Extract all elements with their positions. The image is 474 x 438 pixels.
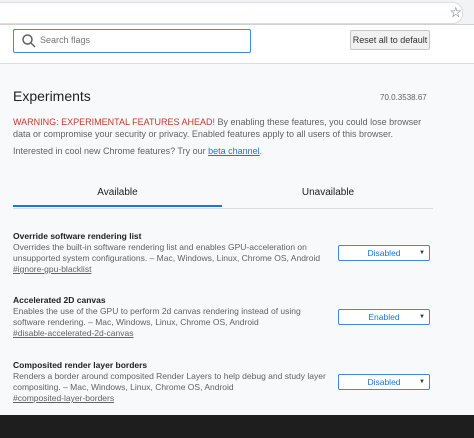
flag-description: Renders a border around composited Rende… [13,371,326,392]
flag-description: Enables the use of the GPU to perform 2d… [13,306,301,327]
flag-item: Accelerated 2D canvas Enables the use of… [13,295,433,339]
flag-select-value: Disabled [367,377,401,387]
search-box[interactable] [13,29,251,53]
page-title: Experiments [13,88,91,104]
chevron-down-icon: ▼ [419,379,425,385]
search-input[interactable] [40,32,240,48]
reset-all-button[interactable]: Reset all to default [350,30,430,50]
flag-link[interactable]: #composited-layer-borders [13,393,433,404]
address-bar[interactable] [0,2,463,24]
flag-select[interactable]: Disabled ▼ [338,245,430,261]
flag-select-value: Disabled [367,248,401,258]
flag-item: Override software rendering list Overrid… [13,231,433,275]
flag-description: Overrides the built-in software renderin… [13,242,321,263]
flag-name: Composited render layer borders [13,360,148,370]
warning-text: WARNING: EXPERIMENTAL FEATURES AHEAD! By… [13,116,433,140]
flag-item: Composited render layer borders Renders … [13,360,433,404]
star-icon[interactable]: ☆ [449,3,462,21]
tab-unavailable[interactable]: Unavailable [223,179,433,207]
flags-header: Reset all to default [0,25,474,64]
warning-prefix: WARNING: EXPERIMENTAL FEATURES AHEAD! [13,117,216,127]
flag-link[interactable]: #ignore-gpu-blacklist [13,264,433,275]
beta-promo-text: Interested in cool new Chrome features? … [13,146,209,156]
flag-link[interactable]: #disable-accelerated-2d-canvas [13,328,433,339]
flag-select[interactable]: Enabled ▼ [338,309,430,325]
beta-promo: Interested in cool new Chrome features? … [13,146,262,156]
tab-available[interactable]: Available [13,179,222,207]
flag-name: Override software rendering list [13,231,142,241]
flag-select-value: Enabled [368,312,400,322]
browser-toolbar: ☆ [0,0,474,25]
flag-name: Accelerated 2D canvas [13,295,106,305]
flags-page: Reset all to default Experiments 70.0.35… [0,25,474,415]
version-label: 70.0.3538.67 [380,93,427,102]
flag-select[interactable]: Disabled ▼ [338,374,430,390]
beta-promo-end: . [259,146,263,156]
tab-bar: Available Unavailable [13,179,433,209]
search-icon [22,34,36,48]
chevron-down-icon: ▼ [419,250,425,256]
chevron-down-icon: ▼ [419,314,425,320]
taskbar [0,415,474,438]
beta-channel-link[interactable]: beta channel [208,146,260,156]
